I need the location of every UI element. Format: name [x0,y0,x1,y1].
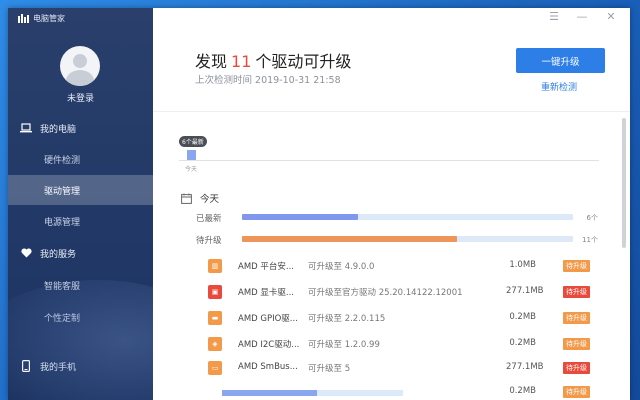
upgrade-count: 11 [231,52,252,71]
sidebar-item-label: 我的手机 [40,362,77,373]
partial-progress-bar [222,390,403,396]
driver-chip-icon: ◈ [208,337,222,351]
driver-version: 可升级至 5 [308,364,351,374]
header-divider [153,111,630,112]
upgrade-tag[interactable]: 待升级 [563,286,590,298]
title-suffix: 个驱动可升级 [255,52,352,71]
avatar[interactable] [60,46,100,86]
pending-label: 待升级 [196,236,222,246]
pending-progress-bar [242,236,573,242]
sidebar-item-label: 个性定制 [44,313,81,324]
title-prefix: 发现 [195,52,228,71]
scrollbar[interactable] [622,118,626,248]
driver-row[interactable]: ▬ AMD GPIO驱... 可升级至 2.2.0.115 0.2MB 待升级 [208,310,608,330]
avatar-head [73,54,87,68]
pending-count: 11个 [582,236,598,244]
avatar-body [66,70,94,86]
partial-progress-fill [222,390,317,396]
app-window: 电脑管家 未登录 我的电脑 硬件检测 驱动管理 电源管理 我的服务 智能客服 个… [8,8,630,400]
timeline-badge: 6个最新 [179,136,207,147]
sidebar-item-my-services[interactable]: 我的服务 [8,238,153,268]
page-title: 发现 11 个驱动可升级 [195,48,351,72]
driver-version: 可升级至 4.9.0.0 [308,262,375,272]
sidebar-item-label: 我的服务 [40,249,77,260]
pending-progress-fill [242,236,458,242]
driver-chip-icon: ▭ [208,361,222,375]
driver-name: AMD I2C驱动... [238,340,300,350]
recheck-link[interactable]: 重新检测 [541,80,577,93]
login-status[interactable]: 未登录 [8,91,153,104]
driver-row[interactable]: ▥ AMD 平台安... 可升级至 4.9.0.0 1.0MB 待升级 [208,258,608,278]
minimize-icon[interactable]: — [573,10,591,23]
driver-version: 可升级至 1.2.0.99 [308,340,380,350]
timeline-marker[interactable] [187,150,196,160]
upgrade-tag[interactable]: 待升级 [563,260,590,272]
timeline-axis [179,160,599,161]
heart-icon [20,247,32,259]
today-label: 今天 [200,194,220,205]
driver-chip-icon: ▣ [208,285,222,299]
driver-version: 可升级至 2.2.0.115 [308,314,386,324]
driver-row[interactable]: ▣ AMD 显卡驱... 可升级至官方驱动 25.20.14122.12001 277… [208,284,608,304]
driver-size: 1.0MB [509,260,536,270]
upgrade-tag[interactable]: 待升级 [563,362,590,374]
sidebar-item-my-phone[interactable]: 我的手机 [8,351,153,381]
main-panel: ☰ — ✕ 发现 11 个驱动可升级 上次检测时间 2019-10-31 21:58… [153,8,630,400]
sidebar-item-driver-management[interactable]: 驱动管理 [8,175,153,205]
timeline-day-label: 今天 [185,166,198,173]
driver-row[interactable]: ◈ AMD I2C驱动... 可升级至 1.2.0.99 0.2MB 待升级 [208,336,608,356]
laptop-icon [20,122,32,134]
calendar-icon [181,193,192,204]
driver-name: AMD 平台安... [238,262,295,272]
latest-label: 已最新 [196,214,222,224]
sidebar: 电脑管家 未登录 我的电脑 硬件检测 驱动管理 电源管理 我的服务 智能客服 个… [8,8,153,400]
app-logo-icon [18,14,29,23]
driver-chip-icon: ▬ [208,311,222,325]
sidebar-item-label: 硬件检测 [44,155,81,166]
upgrade-tag[interactable]: 待升级 [563,338,590,350]
close-icon[interactable]: ✕ [602,10,620,23]
latest-count: 6个 [586,214,598,222]
driver-name: AMD 显卡驱... [238,288,295,298]
driver-chip-icon: ▥ [208,259,222,273]
sidebar-item-personalization[interactable]: 个性定制 [8,302,153,332]
scan-timeline: 6个最新 今天 [179,136,599,173]
app-title: 电脑管家 [18,13,65,24]
sidebar-item-label: 电源管理 [44,217,81,228]
driver-size: 0.2MB [509,338,536,348]
app-title-text: 电脑管家 [33,14,65,23]
sidebar-item-my-computer[interactable]: 我的电脑 [8,113,153,143]
driver-size: 0.2MB [509,312,536,322]
latest-progress-fill [242,214,358,220]
menu-icon[interactable]: ☰ [545,10,563,23]
phone-icon [20,360,32,372]
driver-size: 277.1MB [506,286,544,296]
driver-row[interactable]: ▭ AMD SmBus... 可升级至 5 277.1MB 待升级 [208,360,608,380]
upgrade-tag[interactable]: 待升级 [563,312,590,324]
upgrade-all-button[interactable]: 一键升级 [516,48,605,73]
latest-progress-bar [242,214,573,220]
sidebar-item-hardware-check[interactable]: 硬件检测 [8,144,153,174]
today-section-header: 今天 [181,191,219,205]
driver-name: AMD SmBus... [238,362,298,372]
driver-size: 277.1MB [506,362,544,372]
sidebar-item-label: 我的电脑 [40,124,77,135]
upgrade-tag[interactable]: 待升级 [563,386,590,398]
sidebar-item-label: 智能客服 [44,281,81,292]
driver-size: 0.2MB [509,386,536,396]
sidebar-item-label: 驱动管理 [44,186,81,197]
driver-version: 可升级至官方驱动 25.20.14122.12001 [308,288,463,298]
sidebar-item-smart-support[interactable]: 智能客服 [8,270,153,300]
sidebar-item-power-management[interactable]: 电源管理 [8,206,153,236]
driver-name: AMD GPIO驱... [238,314,298,324]
last-check-time: 上次检测时间 2019-10-31 21:58 [195,75,341,86]
